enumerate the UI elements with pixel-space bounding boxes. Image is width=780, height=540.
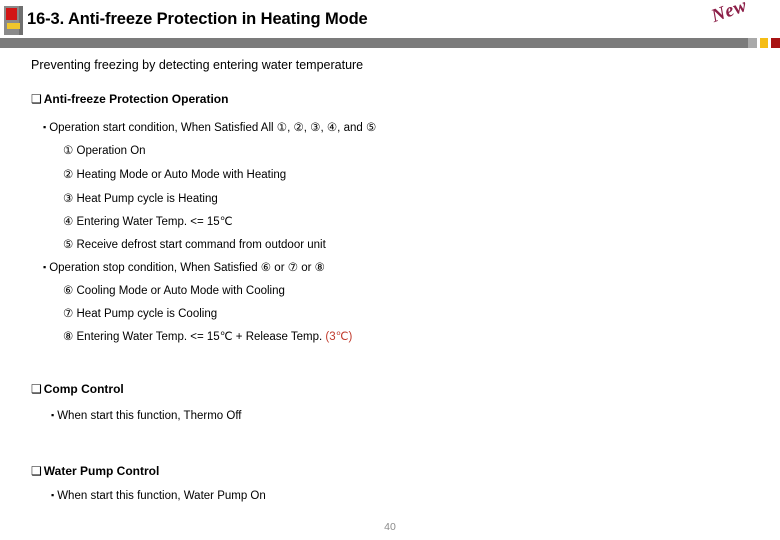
antifreeze-stop-condition-label: Operation stop condition, When Satisfied… — [49, 262, 325, 274]
list-item: ② Heating Mode or Auto Mode with Heating — [63, 169, 287, 181]
comp-control-label: When start this function, Thermo Off — [57, 410, 242, 422]
slide-subtitle: Preventing freezing by detecting enterin… — [31, 58, 364, 72]
water-pump-control-line: ▪ When start this function, Water Pump On — [51, 490, 266, 502]
release-temp-main: ⑧ Entering Water Temp. <= 15℃ + Release … — [63, 331, 326, 343]
square-bullet-icon: ❑ — [31, 382, 42, 396]
accent-bar-gray — [748, 38, 757, 48]
logo-gold-bar — [7, 23, 20, 29]
section-heading-comp-label: Comp Control — [43, 382, 124, 396]
header-accent-bars — [748, 38, 780, 48]
slide-header: 16-3. Anti-freeze Protection in Heating … — [0, 0, 780, 52]
new-badge: New — [708, 0, 750, 28]
section-heading-water-pump-label: Water Pump Control — [43, 464, 160, 478]
antifreeze-stop-condition: ▪ Operation stop condition, When Satisfie… — [43, 260, 325, 274]
bullet-icon: ▪ — [43, 262, 47, 272]
bullet-icon: ▪ — [51, 490, 55, 500]
page-title: 16-3. Anti-freeze Protection in Heating … — [27, 10, 368, 28]
square-bullet-icon: ❑ — [31, 92, 42, 106]
accent-bar-gold — [760, 38, 768, 48]
section-heading-water-pump: ❑ Water Pump Control — [31, 464, 159, 478]
list-item: ① Operation On — [63, 145, 146, 157]
accent-bar-red — [771, 38, 780, 48]
page-number: 40 — [384, 521, 396, 533]
section-heading-comp: ❑ Comp Control — [31, 382, 124, 396]
list-item: ④ Entering Water Temp. <= 15℃ — [63, 216, 233, 228]
list-item: ⑦ Heat Pump cycle is Cooling — [63, 308, 218, 320]
square-bullet-icon: ❑ — [31, 464, 42, 478]
antifreeze-start-condition: ▪ Operation start condition, When Satisfi… — [43, 120, 376, 134]
comp-control-line: ▪ When start this function, Thermo Off — [51, 410, 242, 422]
logo-shade — [19, 6, 23, 35]
antifreeze-start-condition-label: Operation start condition, When Satisfie… — [49, 122, 377, 134]
bullet-icon: ▪ — [43, 122, 47, 132]
section-heading-antifreeze-label: Anti-freeze Protection Operation — [43, 92, 229, 106]
section-heading-antifreeze: ❑ Anti-freeze Protection Operation — [31, 92, 228, 106]
logo-red-block — [6, 8, 17, 20]
list-item: ⑥ Cooling Mode or Auto Mode with Cooling — [63, 285, 285, 297]
water-pump-control-label: When start this function, Water Pump On — [57, 490, 266, 502]
bullet-icon: ▪ — [51, 410, 55, 420]
brand-logo-icon — [4, 6, 23, 35]
list-item: ⑤ Receive defrost start command from out… — [63, 239, 326, 251]
release-temp-value: (3℃) — [325, 331, 353, 343]
list-item-release-temp: ⑧ Entering Water Temp. <= 15℃ + Release … — [63, 329, 352, 343]
list-item: ③ Heat Pump cycle is Heating — [63, 193, 218, 205]
header-divider-rule — [0, 38, 748, 48]
